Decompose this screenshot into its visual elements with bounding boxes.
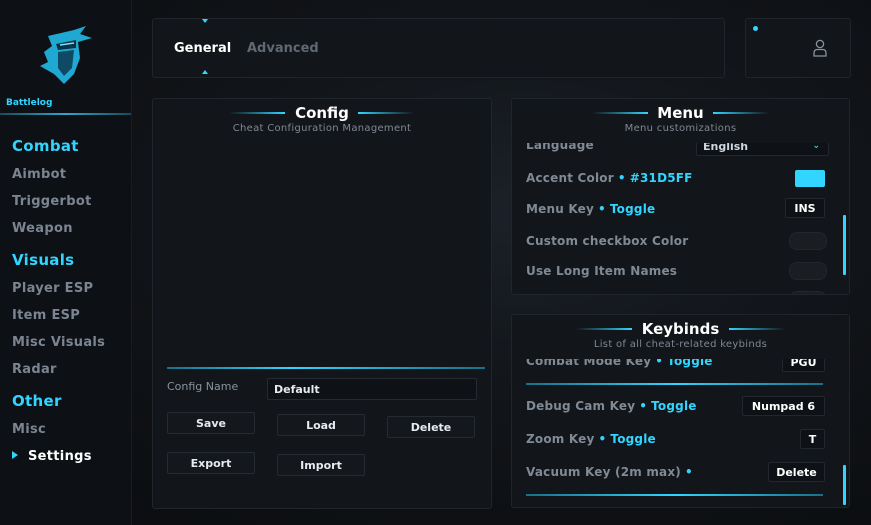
debug-cam-label: Debug Cam Key: [526, 399, 636, 413]
vacuum-bind[interactable]: Delete: [768, 462, 825, 482]
import-button[interactable]: Import: [277, 454, 365, 476]
keybinds-title: Keybinds: [641, 320, 720, 338]
brand-label: Battlelog: [6, 98, 53, 108]
nav-head-visuals[interactable]: Visuals: [12, 251, 74, 269]
debug-cam-mode[interactable]: Toggle: [651, 399, 696, 413]
config-separator: [167, 367, 485, 369]
nav-item-weapon[interactable]: Weapon: [12, 221, 73, 236]
tab-advanced[interactable]: Advanced: [247, 41, 319, 56]
next-toggle[interactable]: [789, 291, 827, 294]
tab-general[interactable]: General: [174, 41, 231, 56]
config-subtitle: Cheat Configuration Management: [232, 123, 412, 134]
nav-item-radar[interactable]: Radar: [12, 362, 57, 377]
long-item-names-toggle[interactable]: [789, 262, 827, 280]
status-dot: [753, 26, 758, 31]
nav-item-item-esp[interactable]: Item ESP: [12, 308, 80, 323]
bullet-icon: •: [598, 202, 606, 216]
custom-checkbox-toggle[interactable]: [789, 232, 827, 250]
nav-item-misc[interactable]: Misc: [12, 422, 46, 437]
bullet-icon: •: [598, 432, 607, 446]
accent-color-swatch[interactable]: [795, 170, 825, 187]
keybinds-panel: Combat Mode Key • Toggle PGU Keybinds List…: [511, 314, 850, 508]
keybinds-subtitle: List of all cheat-related keybinds: [593, 339, 768, 350]
zoom-row: Zoom Key • Toggle: [526, 432, 656, 446]
bullet-icon: •: [617, 171, 626, 185]
nav-item-settings[interactable]: Settings: [28, 449, 92, 464]
nav-item-player-esp[interactable]: Player ESP: [12, 281, 93, 296]
delete-config-button[interactable]: Delete: [387, 416, 475, 438]
config-name-input[interactable]: [267, 378, 477, 400]
tab-bar: General Advanced: [152, 18, 725, 78]
accent-color-value: #31D5FF: [629, 171, 693, 185]
nav-head-other[interactable]: Other: [12, 392, 62, 410]
title-line-right: [729, 328, 785, 330]
vacuum-label: Vacuum Key (2m max): [526, 465, 681, 479]
export-button[interactable]: Export: [167, 452, 255, 474]
zoom-label: Zoom Key: [526, 432, 595, 446]
keybind-separator: [526, 494, 823, 496]
save-button[interactable]: Save: [167, 412, 255, 434]
bullet-icon: •: [639, 399, 648, 413]
menu-key-row: Menu Key • Toggle: [526, 202, 655, 216]
load-button[interactable]: Load: [277, 414, 365, 436]
user-icon[interactable]: [813, 39, 827, 57]
keybind-separator: [526, 383, 823, 385]
user-box: [745, 18, 851, 78]
vacuum-row: Vacuum Key (2m max) •: [526, 465, 697, 479]
menu-key-mode[interactable]: Toggle: [610, 202, 655, 216]
debug-cam-bind[interactable]: Numpad 6: [742, 396, 825, 416]
title-line-right: [713, 112, 769, 114]
title-line-right: [358, 112, 414, 114]
custom-checkbox-label: Custom checkbox Color: [526, 234, 689, 248]
zoom-mode[interactable]: Toggle: [610, 432, 655, 446]
config-name-label: Config Name: [167, 380, 239, 393]
sidebar: Battlelog Combat Aimbot Triggerbot Weapo…: [0, 0, 132, 525]
menu-panel: Language English ⌄ Menu Menu customizati…: [511, 98, 850, 295]
menu-title: Menu: [657, 104, 704, 122]
knight-logo-icon: [40, 26, 92, 84]
keybinds-scrollbar[interactable]: [843, 465, 846, 505]
zoom-bind[interactable]: T: [800, 429, 825, 449]
nav-item-misc-visuals[interactable]: Misc Visuals: [12, 335, 105, 350]
menu-key-bind[interactable]: INS: [785, 198, 825, 218]
accent-color-label: Accent Color: [526, 171, 614, 185]
config-list[interactable]: [167, 143, 477, 365]
nav-item-aimbot[interactable]: Aimbot: [12, 167, 66, 182]
bullet-icon: •: [684, 465, 693, 479]
menu-key-label: Menu Key: [526, 202, 594, 216]
accent-color-row: Accent Color • #31D5FF: [526, 171, 693, 185]
config-panel: Config Cheat Configuration Management Co…: [152, 98, 492, 509]
menu-subtitle: Menu customizations: [624, 123, 737, 134]
brand-underline: [0, 113, 131, 115]
long-item-names-label: Use Long Item Names: [526, 264, 678, 278]
nav-head-combat[interactable]: Combat: [12, 137, 79, 155]
debug-cam-row: Debug Cam Key • Toggle: [526, 399, 697, 413]
tab-indicator-bottom-icon: [202, 70, 208, 74]
menu-scrollbar[interactable]: [843, 215, 846, 275]
active-arrow-icon: [12, 451, 18, 459]
tab-indicator-top-icon: [202, 19, 208, 23]
config-title: Config: [295, 104, 349, 122]
nav-item-triggerbot[interactable]: Triggerbot: [12, 194, 92, 209]
